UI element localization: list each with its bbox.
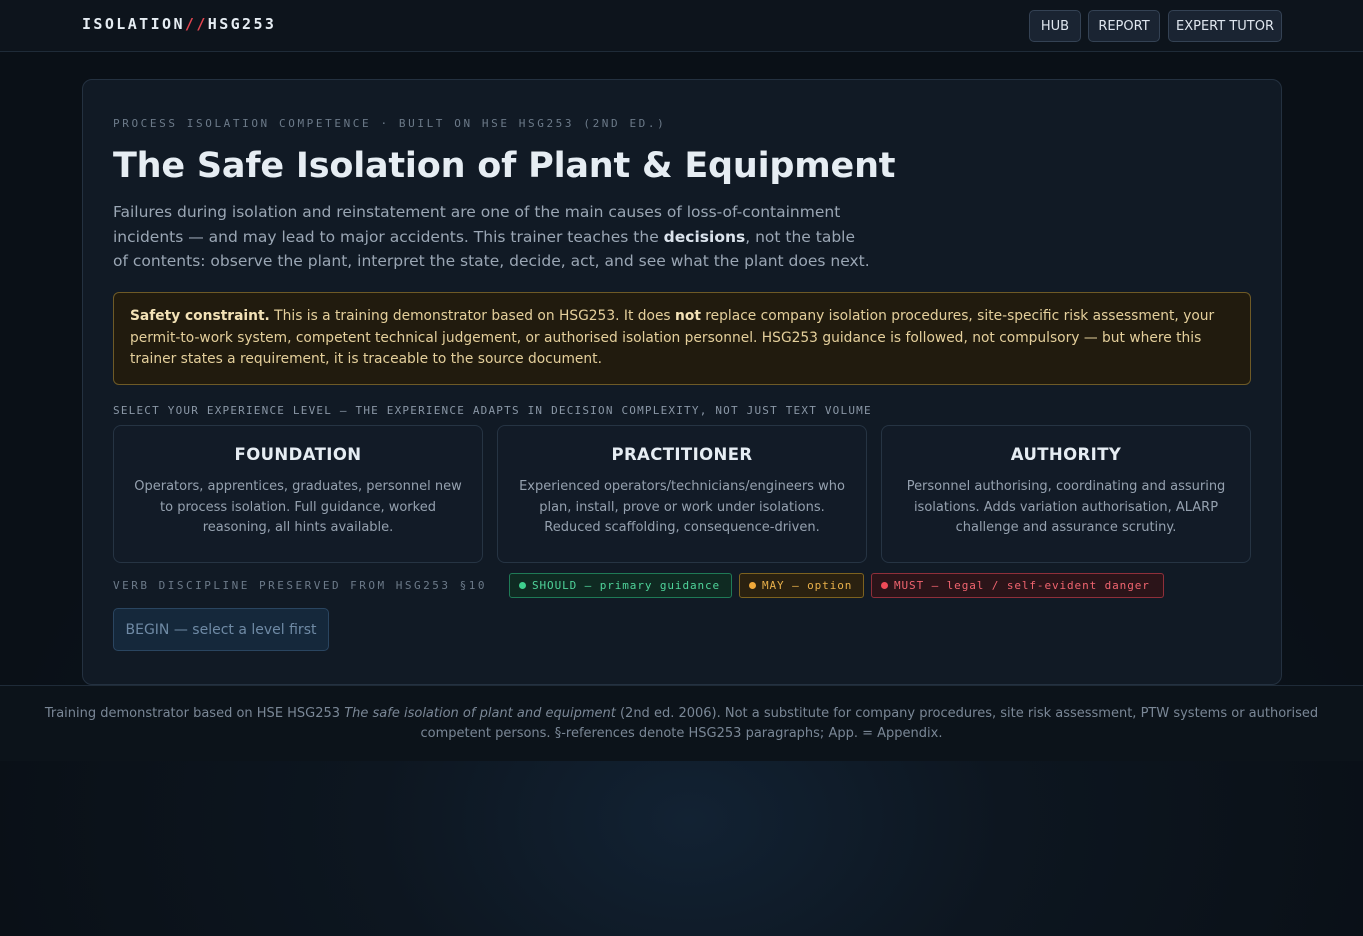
brand-left: ISOLATION	[82, 15, 185, 33]
verb-discipline-label: VERB DISCIPLINE PRESERVED FROM HSG253 §1…	[113, 579, 488, 592]
footer-disclaimer: Training demonstrator based on HSE HSG25…	[0, 685, 1363, 761]
level-card-authority[interactable]: AUTHORITY Personnel authorising, coordin…	[881, 425, 1251, 563]
intro-card: PROCESS ISOLATION COMPETENCE · BUILT ON …	[82, 79, 1282, 685]
safety-label: Safety constraint.	[130, 308, 270, 324]
brand-separator: //	[184, 15, 208, 33]
should-badge: SHOULD — primary guidance	[509, 573, 732, 598]
safety-text-a: This is a training demonstrator based on…	[269, 308, 676, 324]
level-card-foundation[interactable]: FOUNDATION Operators, apprentices, gradu…	[113, 425, 483, 563]
begin-button[interactable]: BEGIN — select a level first	[113, 608, 329, 651]
footer-title: The safe isolation of plant and equipmen…	[344, 706, 616, 721]
level-name: PRACTITIONER	[611, 445, 753, 464]
level-description: Personnel authorising, coordinating and …	[906, 479, 1226, 536]
level-select-label: SELECT YOUR EXPERIENCE LEVEL — THE EXPER…	[113, 404, 872, 417]
may-badge-text: MAY — option	[762, 579, 853, 592]
must-badge-text: MUST — legal / self-evident danger	[894, 579, 1150, 592]
should-badge-text: SHOULD — primary guidance	[532, 579, 721, 592]
must-badge: MUST — legal / self-evident danger	[871, 573, 1164, 598]
level-card-practitioner[interactable]: PRACTITIONER Experienced operators/techn…	[497, 425, 867, 563]
level-name: AUTHORITY	[1010, 445, 1122, 464]
nav-expert-tutor-button[interactable]: EXPERT TUTOR	[1168, 10, 1282, 42]
level-description: Operators, apprentices, graduates, perso…	[134, 479, 462, 536]
may-dot-icon	[749, 582, 756, 589]
nav-hub-button[interactable]: HUB	[1029, 10, 1081, 42]
may-badge: MAY — option	[739, 573, 864, 598]
safety-emphasis: not	[675, 308, 701, 324]
intro-emphasis: decisions	[663, 227, 746, 246]
brand-logo[interactable]: ISOLATION//HSG253	[82, 15, 276, 33]
level-description: Experienced operators/technicians/engine…	[519, 479, 845, 536]
brand-right: HSG253	[207, 15, 277, 33]
must-dot-icon	[881, 582, 888, 589]
nav-report-button[interactable]: REPORT	[1088, 10, 1160, 42]
level-name: FOUNDATION	[234, 445, 362, 464]
top-bar: ISOLATION//HSG253 HUB REPORT EXPERT TUTO…	[0, 0, 1363, 52]
page-title: The Safe Isolation of Plant & Equipment	[113, 146, 896, 186]
should-dot-icon	[519, 582, 526, 589]
eyebrow-text: PROCESS ISOLATION COMPETENCE · BUILT ON …	[113, 117, 667, 130]
intro-paragraph: Failures during isolation and reinstatem…	[113, 200, 873, 274]
safety-constraint-notice: Safety constraint. This is a training de…	[113, 292, 1251, 385]
footer-text-a: Training demonstrator based on HSE HSG25…	[44, 706, 345, 721]
